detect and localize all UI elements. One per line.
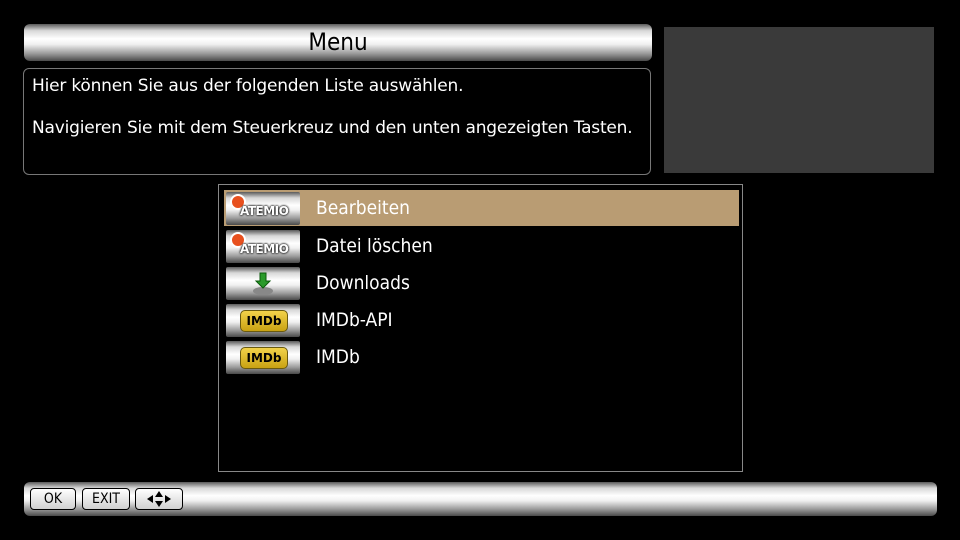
list-item-datei-loeschen[interactable]: ATEMIO Datei löschen: [224, 228, 739, 264]
info-box: Hier können Sie aus der folgenden Liste …: [23, 68, 651, 175]
atemio-icon: ATEMIO: [226, 191, 300, 225]
footer-bar: OK EXIT: [24, 482, 937, 516]
list-item-imdb-api[interactable]: IMDb IMDb-API: [224, 302, 739, 338]
dpad-arrows-icon[interactable]: [135, 488, 183, 510]
list-item-label: IMDb-API: [316, 309, 393, 331]
list-item-imdb[interactable]: IMDb IMDb: [224, 339, 739, 375]
list-item-bearbeiten[interactable]: ATEMIO Bearbeiten: [224, 190, 739, 226]
info-line-2: Navigieren Sie mit dem Steuerkreuz und d…: [32, 118, 633, 138]
list-item-label: Datei löschen: [316, 235, 433, 257]
preview-panel: [664, 27, 934, 173]
download-icon: [226, 266, 300, 300]
ok-button[interactable]: OK: [30, 488, 76, 510]
list-item-label: IMDb: [316, 346, 360, 368]
imdb-icon: IMDb: [226, 340, 300, 374]
page-title: Menu: [308, 28, 368, 56]
menu-list: ATEMIO Bearbeiten ATEMIO Datei löschen D…: [218, 184, 743, 472]
list-item-label: Downloads: [316, 272, 410, 294]
list-item-label: Bearbeiten: [316, 197, 410, 219]
exit-button[interactable]: EXIT: [82, 488, 130, 510]
info-line-1: Hier können Sie aus der folgenden Liste …: [32, 76, 464, 96]
atemio-icon: ATEMIO: [226, 229, 300, 263]
list-item-downloads[interactable]: Downloads: [224, 265, 739, 301]
title-bar: Menu: [24, 24, 652, 61]
imdb-icon: IMDb: [226, 303, 300, 337]
